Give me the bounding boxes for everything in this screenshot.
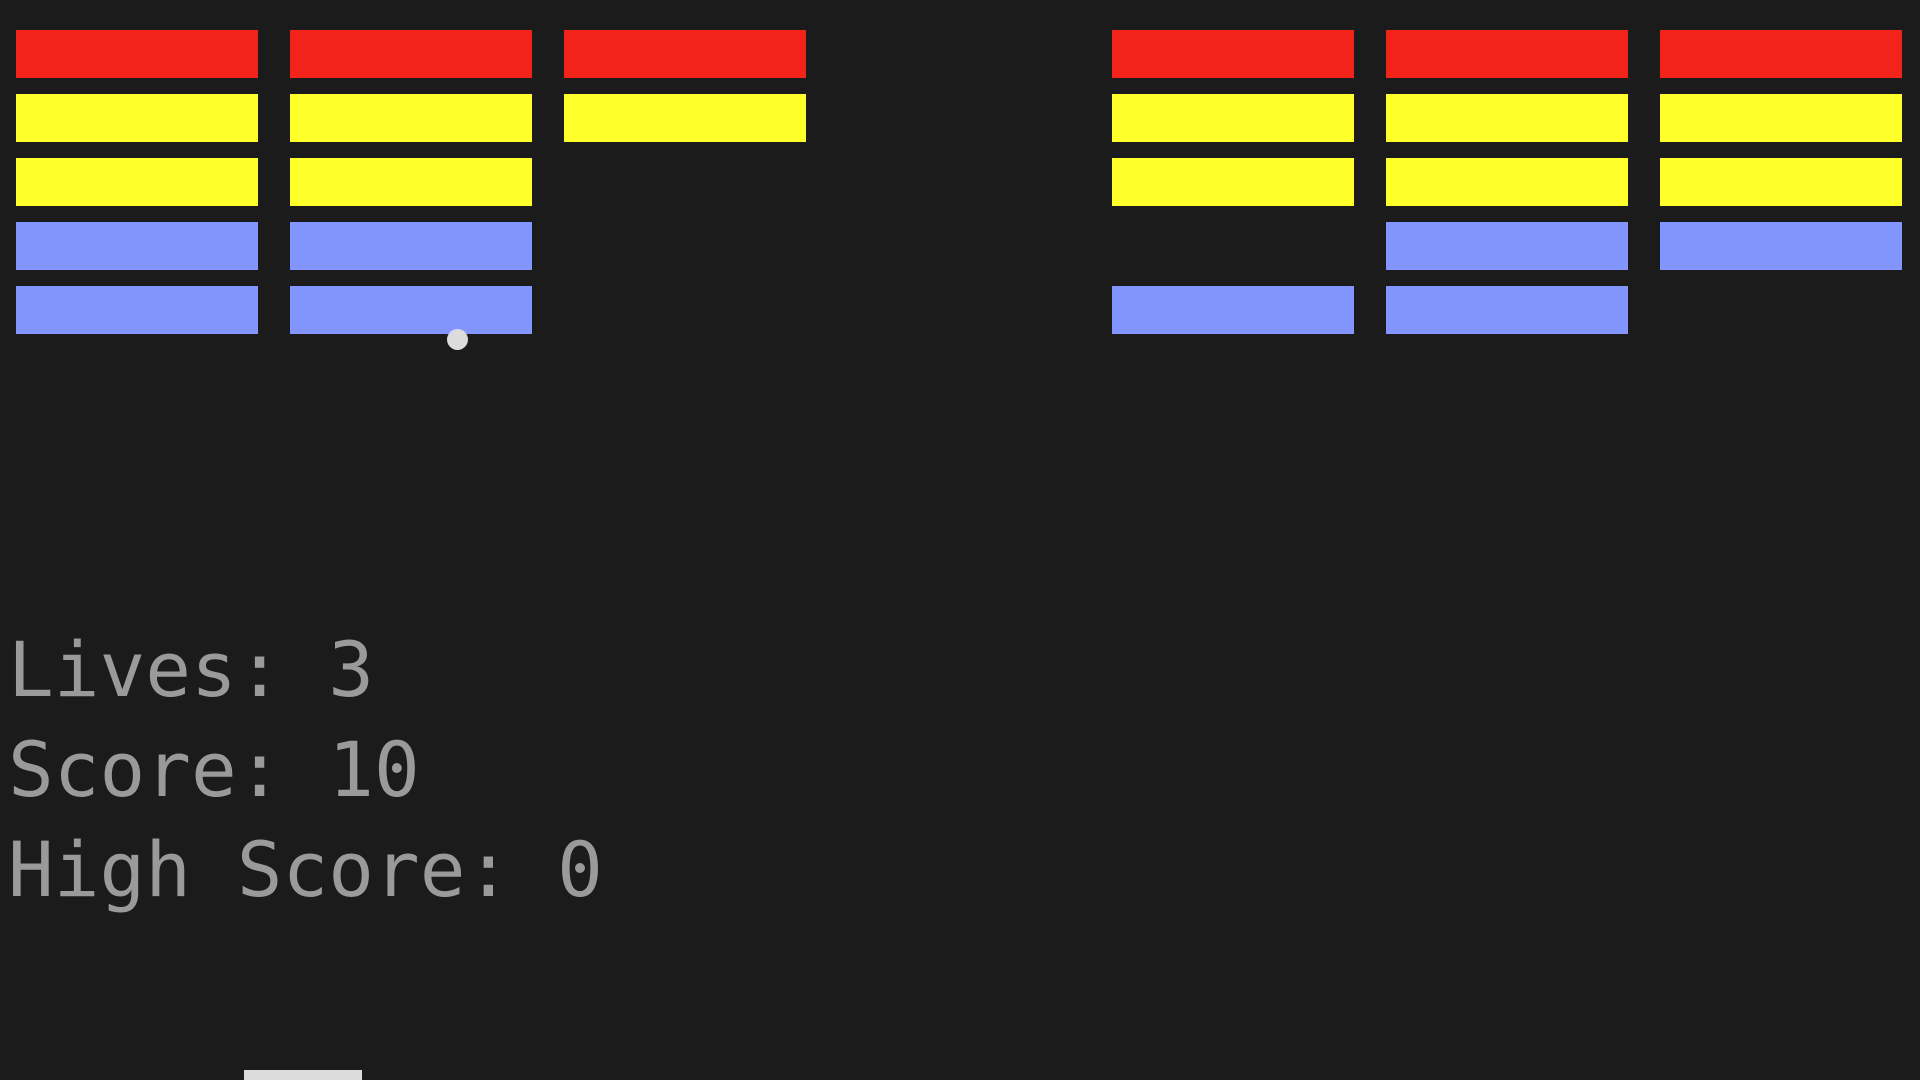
score-counter: Score: 10 (8, 725, 420, 814)
brick (1386, 222, 1628, 270)
brick (1112, 158, 1354, 206)
brick (290, 286, 532, 334)
brick (290, 94, 532, 142)
paddle[interactable] (244, 1070, 362, 1080)
brick (16, 94, 258, 142)
game-canvas[interactable]: Lives: 3 Score: 10 High Score: 0 (0, 0, 1920, 1080)
brick (564, 94, 806, 142)
brick (1660, 94, 1902, 142)
brick (1660, 158, 1902, 206)
brick (1386, 30, 1628, 78)
high-score-counter: High Score: 0 (8, 825, 603, 914)
brick (290, 222, 532, 270)
brick (16, 222, 258, 270)
brick (1386, 158, 1628, 206)
brick (16, 286, 258, 334)
brick (1386, 94, 1628, 142)
brick (1112, 30, 1354, 78)
brick (16, 158, 258, 206)
brick (564, 30, 806, 78)
brick (1660, 222, 1902, 270)
brick (1112, 94, 1354, 142)
brick (16, 30, 258, 78)
brick (1660, 30, 1902, 78)
brick (1386, 286, 1628, 334)
ball (447, 329, 468, 350)
lives-counter: Lives: 3 (8, 625, 375, 714)
brick (1112, 286, 1354, 334)
brick (290, 30, 532, 78)
brick (290, 158, 532, 206)
